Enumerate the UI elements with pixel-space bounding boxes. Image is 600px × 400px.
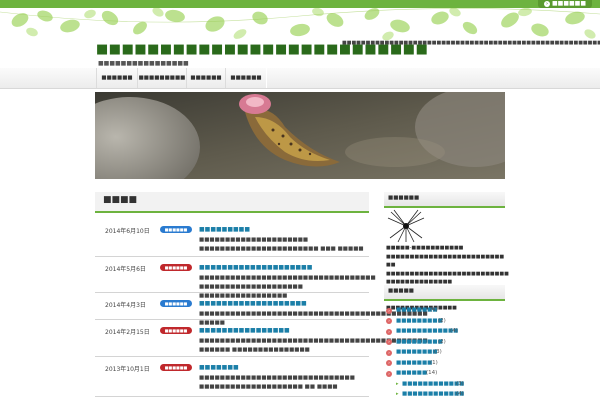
subcategory-count: (3)	[456, 380, 464, 387]
post-item: 2014年5月6日 ■■■■■■ ■■■■■■■■■■■■■■■■■■■■ ■■…	[95, 256, 376, 299]
category-bullet-icon: ›	[386, 339, 392, 345]
categories-heading-text: ■■■■■	[388, 288, 414, 294]
post-category-badge[interactable]: ■■■■■■	[160, 264, 192, 271]
post-title-link[interactable]: ■■■■■■■	[199, 364, 239, 371]
subcategory-name[interactable]: ■■■■■■■■■■■■	[402, 389, 464, 400]
subcategory-item[interactable]: ▸ ■■■■■■■■■■■■ (3)	[386, 379, 506, 390]
category-count: (2)	[438, 317, 446, 324]
categories-heading: ■■■■■	[384, 285, 505, 301]
category-count: (4)	[430, 307, 438, 313]
profile-heading: ■■■■■■	[384, 192, 505, 208]
post-item: 2013年10月1日 ■■■■■■ ■■■■■■■ ■■■■■■■■■■■■■■…	[95, 356, 369, 397]
category-count: (14)	[426, 370, 438, 376]
post-excerpt: ■■■■■■■■■■■■■■■■■■■■■■■■■■■■■■■■■■■■■■■■…	[199, 338, 428, 353]
subcategory-item[interactable]: ▸ ■■■■■■■■■■■■ (4)	[386, 389, 506, 400]
nav-item-1[interactable]: ■■■■■■	[96, 68, 138, 88]
category-name[interactable]: ■■■■■■	[396, 368, 427, 379]
profile-text: ■■■■■-■■■■■■■■■■■ ■■■■■■■■■■■■■■■■■■■■■■…	[386, 244, 509, 312]
site-header: ■■■■■■■■■■■■■■■■■■■■■■■■■■ ■■■■■■■■■■■■■…	[0, 8, 600, 68]
category-item[interactable]: › ■■■■■■■■ (4)	[386, 305, 506, 316]
category-count: (3)	[434, 349, 442, 355]
subcategory-name[interactable]: ■■■■■■■■■■■■	[402, 379, 464, 390]
profile-heading-text: ■■■■■■	[388, 195, 420, 201]
category-count: (4)	[450, 328, 458, 334]
category-item[interactable]: › ■■■■■■■■■ (2)	[386, 316, 506, 327]
post-title-link[interactable]: ■■■■■■■■■■■■■■■■	[199, 327, 290, 334]
rss-icon: ›	[543, 1, 550, 7]
post-category-badge[interactable]: ■■■■■■	[160, 226, 192, 233]
post-category-badge[interactable]: ■■■■■■	[160, 300, 192, 307]
fly-lure-image	[387, 209, 425, 243]
post-excerpt: ■■■■■■■■■■■■■■■■■■■■■■■■■■■■■■ ■■■■■■■■■…	[199, 375, 355, 390]
post-title-link[interactable]: ■■■■■■■■■■■■■■■■■■■■	[199, 264, 312, 271]
category-item[interactable]: › ■■■■■■ (14)	[386, 368, 506, 379]
category-item[interactable]: › ■■■■■■■■ (3)	[386, 347, 506, 358]
nav-item-2[interactable]: ■■■■■■■■■	[137, 68, 187, 88]
post-item: 2014年6月10日 ■■■■■■ ■■■■■■■■■ ■■■■■■■■■■■■…	[95, 218, 369, 257]
category-name[interactable]: ■■■■■■■■	[396, 347, 438, 358]
category-name[interactable]: ■■■■■■■	[396, 358, 432, 369]
post-date: 2014年5月6日	[105, 266, 146, 273]
subcategory-arrow-icon: ▸	[396, 380, 399, 387]
leaf-decoration	[0, 8, 600, 41]
site-description: ■■■■■■■■■■■■■■■■■■■■■■■■■■■■■■■■■■■■■■■■…	[342, 40, 600, 46]
rss-button[interactable]: › ■■■■■■	[537, 0, 592, 8]
category-bullet-icon: ›	[386, 370, 392, 377]
category-bullet-icon: ›	[386, 318, 392, 324]
main-heading: ■■■■	[95, 192, 369, 213]
top-bar	[0, 0, 600, 8]
category-name[interactable]: ■■■■■■■■■■■■	[396, 326, 458, 337]
profile-body: ■■■■■-■■■■■■■■■■■ ■■■■■■■■■■■■■■■■■■■■■■…	[386, 245, 509, 285]
post-date: 2014年4月3日	[105, 302, 146, 309]
category-item[interactable]: › ■■■■■■■■■■■■ (4)	[386, 326, 506, 337]
category-list: › ■■■■■■■■ (4) › ■■■■■■■■■ (2) › ■■■■■■■…	[386, 305, 506, 400]
site-subtitle: ■■■■■■■■■■■■■■■■	[98, 60, 189, 67]
post-item: 2014年2月15日 ■■■■■■ ■■■■■■■■■■■■■■■■ ■■■■■…	[95, 319, 428, 357]
category-bullet-icon: ›	[386, 360, 392, 366]
post-date: 2014年6月10日	[105, 228, 150, 235]
nav-item-4[interactable]: ■■■■■■	[225, 68, 267, 88]
subcategory-count: (4)	[456, 391, 464, 397]
category-item[interactable]: › ■■■■■■■■■ (2)	[386, 337, 506, 348]
rss-label: ■■■■■■	[551, 0, 586, 7]
post-item: 2014年4月3日 ■■■■■■ ■■■■■■■■■■■■■■■■■■■ ■■■…	[95, 292, 428, 326]
main-heading-text: ■■■■	[103, 195, 138, 205]
post-title-link[interactable]: ■■■■■■■■■■■■■■■■■■■	[199, 300, 307, 307]
category-name[interactable]: ■■■■■■■■■	[396, 337, 443, 348]
post-category-badge[interactable]: ■■■■■■	[160, 364, 192, 371]
post-date: 2014年2月15日	[105, 329, 150, 336]
category-bullet-icon: ›	[386, 328, 392, 335]
post-category-badge[interactable]: ■■■■■■	[160, 327, 192, 334]
post-excerpt: ■■■■■■■■■■■■■■■■■■■■■ ■■■■■■■■■■■■■■■■■■…	[199, 237, 364, 252]
subcategory-arrow-icon: ▸	[396, 391, 399, 397]
main-nav: ■■■■■■ ■■■■■■■■■ ■■■■■■ ■■■■■■	[0, 68, 600, 89]
nav-item-3[interactable]: ■■■■■■	[186, 68, 226, 88]
category-bullet-icon: ›	[386, 349, 392, 356]
post-title-link[interactable]: ■■■■■■■■■	[199, 226, 250, 233]
category-item[interactable]: › ■■■■■■■ (1)	[386, 358, 506, 369]
hero-image	[95, 92, 505, 179]
category-count: (1)	[430, 359, 438, 366]
category-bullet-icon: ›	[386, 307, 392, 314]
category-count: (2)	[438, 338, 446, 345]
post-date: 2013年10月1日	[105, 366, 150, 373]
category-name[interactable]: ■■■■■■■■■	[396, 316, 443, 327]
